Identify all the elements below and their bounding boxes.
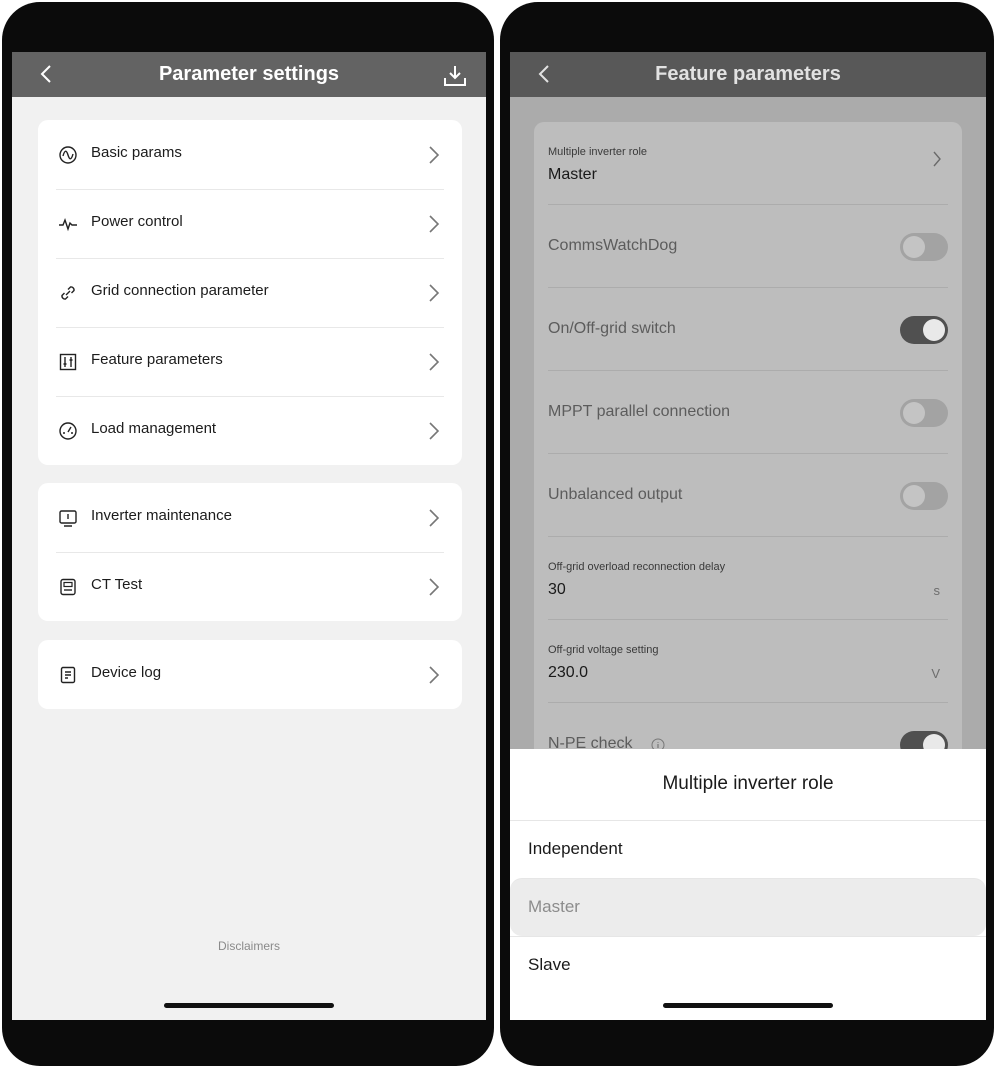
row-multiple-inverter-role[interactable]: Multiple inverter role Master xyxy=(548,122,948,205)
row-mppt-parallel: MPPT parallel connection xyxy=(548,371,948,454)
chevron-right-icon[interactable] xyxy=(932,150,942,168)
download-icon[interactable] xyxy=(442,63,468,89)
chevron-right-icon xyxy=(429,146,440,164)
row-unbalanced-output: Unbalanced output xyxy=(548,454,948,537)
sliders-box-icon xyxy=(59,353,77,371)
menu-item-load-management[interactable]: Load management xyxy=(38,396,462,465)
feature-parameters-card: Multiple inverter role Master CommsWatch… xyxy=(534,122,962,782)
chevron-right-icon xyxy=(429,666,440,684)
chevron-right-icon xyxy=(429,509,440,527)
menu-item-label: CT Test xyxy=(91,576,143,593)
row-comms-watchdog: CommsWatchDog xyxy=(548,205,948,288)
option-label: Independent xyxy=(528,839,623,858)
unbalanced-output-toggle[interactable] xyxy=(900,482,948,510)
feature-parameters-screen: Feature parameters Multiple inverter rol… xyxy=(510,52,986,1020)
toggle-knob xyxy=(903,236,925,258)
toggle-knob xyxy=(903,402,925,424)
settings-group-3: Device log xyxy=(38,640,462,709)
home-indicator xyxy=(164,1003,334,1008)
row-label: Off-grid voltage setting xyxy=(548,644,659,656)
option-slave[interactable]: Slave xyxy=(510,936,986,994)
row-on-off-grid-switch: On/Off-grid switch xyxy=(548,288,948,371)
chevron-right-icon xyxy=(429,353,440,371)
menu-item-label: Inverter maintenance xyxy=(91,507,232,524)
navbar: Parameter settings xyxy=(12,52,486,97)
wave-circle-icon xyxy=(59,146,77,164)
row-value: 30 xyxy=(548,581,566,598)
gauge-icon xyxy=(59,422,77,440)
row-label: Unbalanced output xyxy=(548,486,683,503)
page-title: Parameter settings xyxy=(158,63,340,85)
settings-group-2: Inverter maintenance CT Test xyxy=(38,483,462,621)
settings-group-1: Basic params Power control Grid connecti… xyxy=(38,120,462,465)
phone-frame-right: Feature parameters Multiple inverter rol… xyxy=(500,2,994,1066)
navbar: Feature parameters xyxy=(510,52,986,97)
row-value: 230.0 xyxy=(548,664,589,681)
option-label: Slave xyxy=(528,955,571,974)
monitor-icon xyxy=(59,510,77,527)
menu-item-label: Feature parameters xyxy=(91,351,223,368)
menu-item-label: Grid connection parameter xyxy=(91,282,269,299)
row-label: On/Off-grid switch xyxy=(548,320,676,337)
row-overload-delay[interactable]: Off-grid overload reconnection delay 30 … xyxy=(548,537,948,620)
row-unit: s xyxy=(933,583,941,598)
menu-item-label: Device log xyxy=(91,664,162,681)
document-icon xyxy=(60,666,76,684)
on-off-grid-toggle[interactable] xyxy=(900,316,948,344)
sheet-title: Multiple inverter role xyxy=(662,773,834,794)
option-independent[interactable]: Independent xyxy=(510,820,986,878)
home-indicator xyxy=(663,1003,833,1008)
menu-item-device-log[interactable]: Device log xyxy=(38,640,462,709)
meter-icon xyxy=(60,578,76,596)
menu-item-inverter-maintenance[interactable]: Inverter maintenance xyxy=(38,483,462,552)
page-title: Feature parameters xyxy=(655,63,841,85)
role-picker-sheet: Multiple inverter role Independent Maste… xyxy=(510,749,986,1020)
comms-watchdog-toggle[interactable] xyxy=(900,233,948,261)
row-label: Off-grid overload reconnection delay xyxy=(548,561,726,573)
mppt-parallel-toggle[interactable] xyxy=(900,399,948,427)
menu-item-feature-parameters[interactable]: Feature parameters xyxy=(38,327,462,396)
chevron-right-icon xyxy=(429,578,440,596)
menu-item-label: Load management xyxy=(91,420,217,437)
menu-item-label: Basic params xyxy=(91,144,182,161)
link-icon xyxy=(61,286,75,300)
option-label: Master xyxy=(528,897,580,916)
chevron-right-icon xyxy=(429,284,440,302)
chevron-right-icon xyxy=(429,215,440,233)
pulse-icon xyxy=(59,217,77,232)
row-value: Master xyxy=(548,166,597,183)
row-label: MPPT parallel connection xyxy=(548,403,731,420)
disclaimers-link[interactable]: Disclaimers xyxy=(12,939,486,953)
menu-item-label: Power control xyxy=(91,213,183,230)
toggle-knob xyxy=(903,485,925,507)
toggle-knob xyxy=(923,319,945,341)
phone-frame-left: Parameter settings Basic params Power co… xyxy=(2,2,494,1066)
option-master[interactable]: Master xyxy=(510,878,986,936)
menu-item-ct-test[interactable]: CT Test xyxy=(38,552,462,621)
parameter-settings-screen: Parameter settings Basic params Power co… xyxy=(12,52,486,1020)
chevron-right-icon xyxy=(429,422,440,440)
row-label: Multiple inverter role xyxy=(548,146,648,158)
row-voltage-setting[interactable]: Off-grid voltage setting 230.0 V xyxy=(548,620,948,703)
menu-item-power-control[interactable]: Power control xyxy=(38,189,462,258)
row-unit: V xyxy=(931,666,940,681)
menu-item-basic-params[interactable]: Basic params xyxy=(38,120,462,189)
row-label: CommsWatchDog xyxy=(548,237,678,254)
menu-item-grid-connection[interactable]: Grid connection parameter xyxy=(38,258,462,327)
